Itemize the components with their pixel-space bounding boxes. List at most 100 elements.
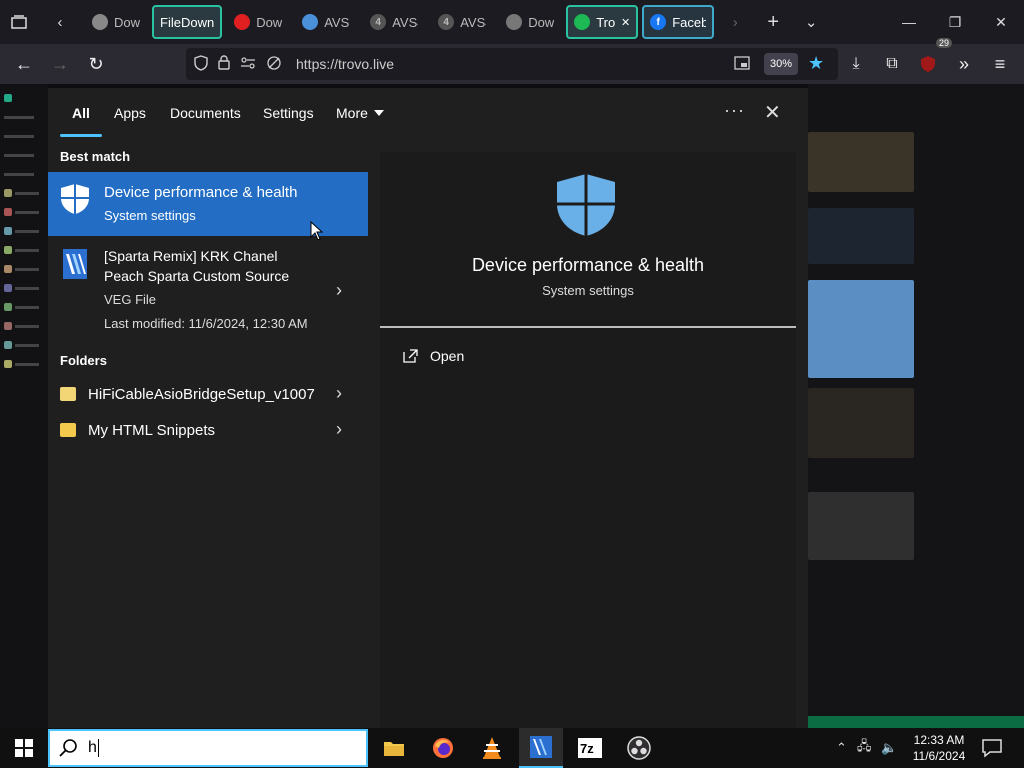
- zoom-level-indicator[interactable]: 30%: [764, 53, 798, 75]
- background-page-strip: [808, 716, 1024, 728]
- new-tab-button[interactable]: +: [754, 0, 792, 44]
- browser-tab[interactable]: FileDown: [152, 5, 223, 39]
- browser-tab-label: Tro: [596, 14, 615, 30]
- shield-icon[interactable]: [194, 54, 208, 74]
- app-menu-icon[interactable]: ≡: [982, 46, 1018, 82]
- vegas-icon[interactable]: [519, 728, 563, 768]
- minimize-button[interactable]: —: [886, 0, 932, 44]
- tab-settings[interactable]: Settings: [263, 105, 314, 121]
- search-filter-tabs: All Apps Documents Settings More ··· ✕: [48, 88, 808, 140]
- permissions-icon[interactable]: [240, 56, 256, 73]
- close-icon[interactable]: ✕: [764, 100, 781, 125]
- browser-tab[interactable]: Tro ✕: [566, 5, 639, 39]
- folder-result-label: My HTML Snippets: [88, 422, 215, 439]
- browser-tab[interactable]: 4 AVS4\: [430, 5, 494, 39]
- browser-tab[interactable]: Down: [84, 5, 148, 39]
- browser-tab[interactable]: Down: [226, 5, 290, 39]
- tab-overview-icon[interactable]: [0, 0, 38, 44]
- desktop: ‹ Down FileDown Down AVS V 4 AVS4\ 4 AVS4\ Down T…: [0, 0, 1024, 768]
- folder-result-label: HiFiCableAsioBridgeSetup_v1007: [88, 386, 315, 403]
- windows-logo-icon: [15, 739, 33, 757]
- autoplay-blocked-icon[interactable]: [266, 55, 282, 74]
- volume-icon[interactable]: 🔈: [881, 740, 897, 756]
- browser-tab[interactable]: AVS V: [294, 5, 358, 39]
- start-search-panel: All Apps Documents Settings More ··· ✕ B…: [48, 88, 808, 728]
- preview-title: Device performance & health: [471, 255, 705, 275]
- ublock-extension-icon[interactable]: 29: [910, 38, 952, 82]
- browser-tab-label: Down: [528, 14, 555, 30]
- best-match-heading: Best match: [60, 149, 131, 164]
- clock-time: 12:33 AM: [913, 733, 965, 747]
- mouse-cursor-icon: [310, 221, 324, 241]
- scroll-tabs-right-icon[interactable]: ›: [716, 0, 754, 44]
- taskbar-clock[interactable]: 12:33 AM 11/6/2024: [904, 732, 974, 764]
- open-icon: [403, 349, 418, 363]
- folder-result[interactable]: My HTML Snippets ›: [48, 414, 368, 448]
- chevron-down-icon: [373, 110, 384, 116]
- reload-button[interactable]: ↻: [78, 46, 114, 82]
- best-match-subtitle: System settings: [104, 208, 196, 223]
- lock-icon[interactable]: [218, 55, 230, 73]
- avs-icon: [302, 14, 319, 30]
- active-tab-indicator: [60, 134, 102, 137]
- forward-button[interactable]: →: [42, 46, 78, 82]
- background-thumbnails: [808, 84, 1024, 728]
- thumbnail-5: [808, 492, 914, 560]
- browser-tab-bar: ‹ Down FileDown Down AVS V 4 AVS4\ 4 AVS4\ Down T…: [0, 0, 1024, 44]
- extension-badge: 29: [935, 38, 952, 48]
- browser-tab-label: Down: [114, 14, 140, 30]
- more-tools-icon[interactable]: »: [946, 46, 982, 82]
- bookmark-star-icon[interactable]: ★: [808, 53, 824, 74]
- folders-heading: Folders: [60, 353, 107, 368]
- file-result[interactable]: [Sparta Remix] KRK Chanel Peach Sparta C…: [48, 240, 368, 340]
- picture-in-picture-icon[interactable]: [734, 56, 750, 73]
- browser-tab-label: AVS V: [324, 14, 350, 30]
- tab-strip: Down FileDown Down AVS V 4 AVS4\ 4 AVS4\ Down Tro…: [82, 0, 716, 44]
- file-result-name-line2: Peach Sparta Custom Source: [104, 268, 290, 284]
- browser-tab-label: FileDown: [160, 14, 215, 30]
- firefox-icon[interactable]: [421, 728, 465, 768]
- extensions-icon[interactable]: ⧉: [874, 46, 910, 82]
- url-text[interactable]: https://trovo.live: [296, 56, 394, 72]
- close-tab-icon[interactable]: ✕: [621, 16, 630, 29]
- browser-tab[interactable]: Down: [498, 5, 562, 39]
- back-button[interactable]: ←: [6, 46, 42, 82]
- vlc-icon[interactable]: [470, 728, 514, 768]
- taskbar-search-input[interactable]: h: [48, 729, 368, 767]
- tab-more[interactable]: More: [336, 105, 384, 121]
- background-sidebar: [0, 84, 48, 728]
- chevron-right-icon[interactable]: ›: [336, 419, 342, 440]
- 7zip-icon[interactable]: 7z: [568, 728, 612, 768]
- downloads-icon[interactable]: ⤓: [838, 46, 874, 82]
- start-button[interactable]: [0, 728, 48, 768]
- open-action[interactable]: Open: [402, 348, 464, 364]
- browser-tab-label: Faceb: [672, 14, 707, 30]
- notifications-icon[interactable]: [980, 736, 1004, 760]
- tab-apps[interactable]: Apps: [114, 105, 146, 121]
- thumbnail-3: [808, 280, 914, 378]
- folder-result[interactable]: HiFiCableAsioBridgeSetup_v1007 ›: [48, 378, 368, 412]
- scroll-tabs-left-icon[interactable]: ‹: [38, 0, 82, 44]
- obs-icon[interactable]: [617, 728, 661, 768]
- more-options-icon[interactable]: ···: [724, 100, 745, 121]
- vegas-project-file-icon: [63, 249, 87, 279]
- search-results-list: Best match Device performance & health S…: [48, 140, 368, 728]
- url-bar[interactable]: https://trovo.live 30% ★: [186, 48, 838, 80]
- tab-all[interactable]: All: [72, 105, 90, 121]
- close-window-button[interactable]: ✕: [978, 0, 1024, 44]
- browser-tab-label: Down: [256, 14, 283, 30]
- windows-security-shield-icon: [557, 174, 615, 236]
- show-hidden-icons-icon[interactable]: ⌃: [836, 740, 847, 756]
- list-all-tabs-icon[interactable]: ⌄: [792, 0, 830, 44]
- browser-tab[interactable]: 4 AVS4\: [362, 5, 426, 39]
- network-icon[interactable]: 🖧: [857, 737, 872, 759]
- file-explorer-icon[interactable]: [372, 728, 416, 768]
- result-preview-pane: Device performance & health System setti…: [380, 152, 796, 728]
- chevron-right-icon[interactable]: ›: [336, 280, 342, 301]
- search-icon: [59, 739, 77, 757]
- browser-tab-label: AVS4\: [392, 14, 418, 30]
- browser-tab[interactable]: f Faceb: [642, 5, 715, 39]
- system-tray: ⌃ 🖧 🔈: [836, 728, 898, 768]
- chevron-right-icon[interactable]: ›: [336, 383, 342, 404]
- tab-documents[interactable]: Documents: [170, 105, 241, 121]
